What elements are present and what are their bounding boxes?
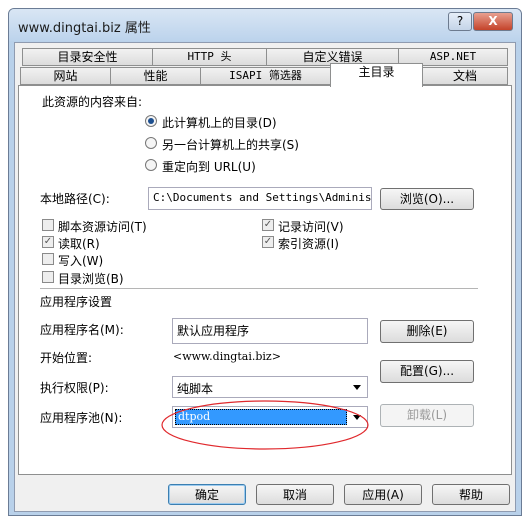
app-name-input[interactable]: 默认应用程序 — [172, 318, 368, 344]
tab-documents[interactable]: 文档 — [422, 67, 508, 85]
app-settings-heading: 应用程序设置 — [40, 295, 113, 309]
ok-button[interactable]: 确定 — [168, 484, 246, 505]
tab-directory-security[interactable]: 目录安全性 — [22, 48, 153, 66]
content-source-label: 此资源的内容来自: — [42, 95, 143, 109]
tab-website[interactable]: 网站 — [20, 67, 111, 85]
checkbox-script-source-access[interactable] — [42, 219, 54, 231]
close-icon[interactable]: X — [473, 12, 513, 31]
help-button[interactable]: 帮助 — [432, 484, 510, 505]
checkbox-log-visits-label[interactable]: 记录访问(V) — [278, 218, 344, 235]
checkbox-index-resource-label[interactable]: 索引资源(I) — [278, 235, 339, 252]
radio-network-share[interactable] — [145, 137, 157, 149]
start-point-label: 开始位置: — [40, 351, 93, 365]
radio-redirect-url[interactable] — [145, 159, 157, 171]
annotation-ellipse — [161, 400, 369, 450]
apply-button[interactable]: 应用(A) — [344, 484, 422, 505]
configure-button[interactable]: 配置(G)... — [380, 360, 474, 383]
separator — [40, 288, 478, 289]
checkbox-index-resource[interactable]: ✓ — [262, 236, 274, 248]
tab-http-headers[interactable]: HTTP 头 — [152, 48, 267, 66]
execute-permissions-label: 执行权限(P): — [40, 381, 109, 395]
tab-home-directory[interactable]: 主目录 — [330, 63, 423, 87]
chevron-down-icon — [353, 385, 361, 390]
checkbox-read[interactable]: ✓ — [42, 236, 54, 248]
unload-button: 卸载(L) — [380, 404, 474, 427]
start-point-value: <www.dingtai.biz> — [173, 350, 281, 363]
radio-network-share-label[interactable]: 另一台计算机上的共享(S) — [162, 136, 299, 153]
checkbox-log-visits[interactable]: ✓ — [262, 219, 274, 231]
execute-permissions-select[interactable]: 纯脚本 — [172, 376, 368, 398]
radio-local-directory[interactable] — [145, 115, 157, 127]
checkbox-directory-browsing[interactable] — [42, 271, 54, 283]
browse-button[interactable]: 浏览(O)... — [380, 188, 474, 210]
execute-permissions-value: 纯脚本 — [177, 382, 214, 396]
checkbox-write-label[interactable]: 写入(W) — [58, 252, 103, 269]
checkbox-script-source-access-label[interactable]: 脚本资源访问(T) — [58, 218, 147, 235]
checkbox-directory-browsing-label[interactable]: 目录浏览(B) — [58, 270, 124, 287]
app-pool-label: 应用程序池(N): — [40, 411, 123, 425]
help-icon[interactable]: ? — [448, 12, 472, 31]
tab-isapi-filters[interactable]: ISAPI 筛选器 — [200, 67, 331, 85]
checkbox-write[interactable] — [42, 253, 54, 265]
window-title: www.dingtai.biz 属性 — [18, 21, 151, 36]
remove-button[interactable]: 删除(E) — [380, 320, 474, 343]
radio-redirect-url-label[interactable]: 重定向到 URL(U) — [162, 158, 256, 175]
cancel-button[interactable]: 取消 — [256, 484, 334, 505]
app-name-label: 应用程序名(M): — [40, 323, 124, 337]
checkbox-read-label[interactable]: 读取(R) — [58, 235, 100, 252]
tab-performance[interactable]: 性能 — [110, 67, 201, 85]
local-path-label: 本地路径(C): — [40, 192, 110, 206]
local-path-input[interactable]: C:\Documents and Settings\Adminis — [148, 187, 372, 210]
radio-local-directory-label[interactable]: 此计算机上的目录(D) — [162, 114, 277, 131]
